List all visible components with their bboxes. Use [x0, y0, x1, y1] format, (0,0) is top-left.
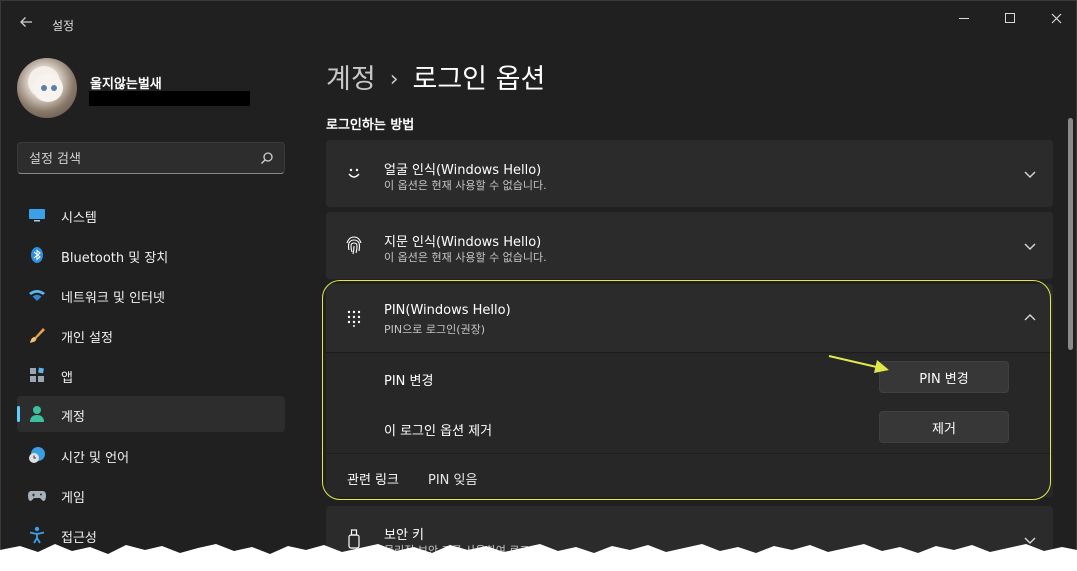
card-subtitle: 이 옵션은 현재 사용할 수 없습니다.: [384, 179, 547, 192]
sidebar-item-accounts[interactable]: 계정: [17, 396, 285, 432]
card-subtitle: 이 옵션은 현재 사용할 수 없습니다.: [384, 251, 547, 264]
pin-keypad-icon: [344, 308, 364, 328]
related-links-divider: [326, 453, 1053, 454]
card-subtitle: PIN으로 로그인(권장): [384, 323, 486, 336]
sidebar-item-system[interactable]: 시스템: [17, 197, 285, 233]
avatar[interactable]: [17, 58, 77, 118]
sidebar-item-label: Bluetooth 및 장치: [61, 251, 169, 266]
breadcrumb: 계정 › 로그인 옵션: [326, 57, 545, 96]
close-button[interactable]: [1033, 7, 1076, 29]
app-title: 설정: [52, 19, 75, 33]
user-name: 울지않는벌새: [90, 77, 162, 92]
section-title: 로그인하는 방법: [326, 118, 415, 133]
sidebar-item-apps[interactable]: 앱: [17, 357, 285, 393]
sidebar-item-network[interactable]: 네트워크 및 인터넷: [17, 277, 285, 313]
search-input[interactable]: [29, 150, 249, 168]
sidebar-item-label: 시스템: [61, 211, 97, 226]
gamepad-icon: [28, 486, 46, 504]
back-arrow-icon: [20, 17, 32, 27]
fingerprint-card[interactable]: 지문 인식(Windows Hello) 이 옵션은 현재 사용할 수 없습니다…: [326, 212, 1053, 279]
sidebar-item-label: 앱: [61, 371, 73, 386]
sidebar-item-label: 계정: [61, 410, 85, 425]
search-box[interactable]: [17, 142, 285, 174]
face-recognition-card[interactable]: 얼굴 인식(Windows Hello) 이 옵션은 현재 사용할 수 없습니다…: [326, 140, 1053, 207]
avatar-cat-face: [33, 74, 63, 102]
chevron-down-icon[interactable]: [1023, 167, 1037, 181]
card-title: PIN(Windows Hello): [384, 303, 511, 318]
annotation-arrow-icon: [828, 355, 889, 373]
card-title: 지문 인식(Windows Hello): [384, 235, 542, 250]
clock-globe-icon: [28, 446, 46, 464]
bluetooth-icon: [28, 246, 46, 264]
forgot-pin-link[interactable]: PIN 잊음: [428, 469, 477, 488]
face-icon: [344, 163, 364, 183]
maximize-icon: [1005, 13, 1015, 23]
person-icon: [28, 405, 46, 423]
close-icon: [1051, 13, 1061, 23]
avatar-eye-right: [51, 85, 57, 91]
settings-window: 설정 울지않는벌새 시스템 Bluetooth 및 장치 네트워크 및 인터넷: [0, 0, 1077, 571]
scrollbar[interactable]: [1068, 118, 1073, 350]
sidebar-item-label: 게임: [61, 491, 85, 506]
breadcrumb-separator: ›: [389, 67, 399, 92]
torn-edge-decoration: [0, 544, 1077, 571]
change-pin-label: PIN 변경: [384, 374, 434, 389]
sidebar-item-gaming[interactable]: 게임: [17, 477, 285, 513]
sidebar-item-label: 시간 및 언어: [61, 451, 130, 466]
remove-button[interactable]: 제거: [879, 411, 1009, 443]
page-title: 로그인 옵션: [412, 64, 546, 95]
pin-card[interactable]: PIN(Windows Hello) PIN으로 로그인(권장): [326, 284, 1053, 352]
fingerprint-icon: [344, 235, 364, 255]
sidebar-item-personalization[interactable]: 개인 설정: [17, 317, 285, 353]
sidebar-item-label: 개인 설정: [61, 331, 113, 346]
sidebar-item-time-language[interactable]: 시간 및 언어: [17, 437, 285, 473]
chevron-down-icon[interactable]: [1023, 239, 1037, 253]
avatar-eye-left: [41, 85, 47, 91]
chevron-up-icon[interactable]: [1023, 311, 1037, 325]
search-icon[interactable]: [260, 151, 274, 165]
back-button[interactable]: [15, 11, 37, 33]
minimize-button[interactable]: [941, 7, 987, 29]
related-links-label: 관련 링크: [347, 473, 399, 488]
maximize-button[interactable]: [987, 7, 1033, 29]
user-email-redacted: [89, 91, 250, 106]
breadcrumb-parent[interactable]: 계정: [326, 64, 376, 95]
remove-sign-in-option-label: 이 로그인 옵션 제거: [384, 424, 493, 439]
sidebar-item-bluetooth[interactable]: Bluetooth 및 장치: [17, 237, 285, 273]
wifi-icon: [28, 286, 46, 304]
sidebar-item-label: 네트워크 및 인터넷: [61, 291, 165, 306]
card-title: 얼굴 인식(Windows Hello): [384, 163, 542, 178]
apps-icon: [28, 366, 46, 384]
brush-icon: [28, 326, 46, 344]
minimize-icon: [959, 17, 969, 19]
active-indicator: [17, 406, 20, 422]
monitor-icon: [28, 206, 46, 224]
title-bar: 설정: [1, 1, 1076, 45]
